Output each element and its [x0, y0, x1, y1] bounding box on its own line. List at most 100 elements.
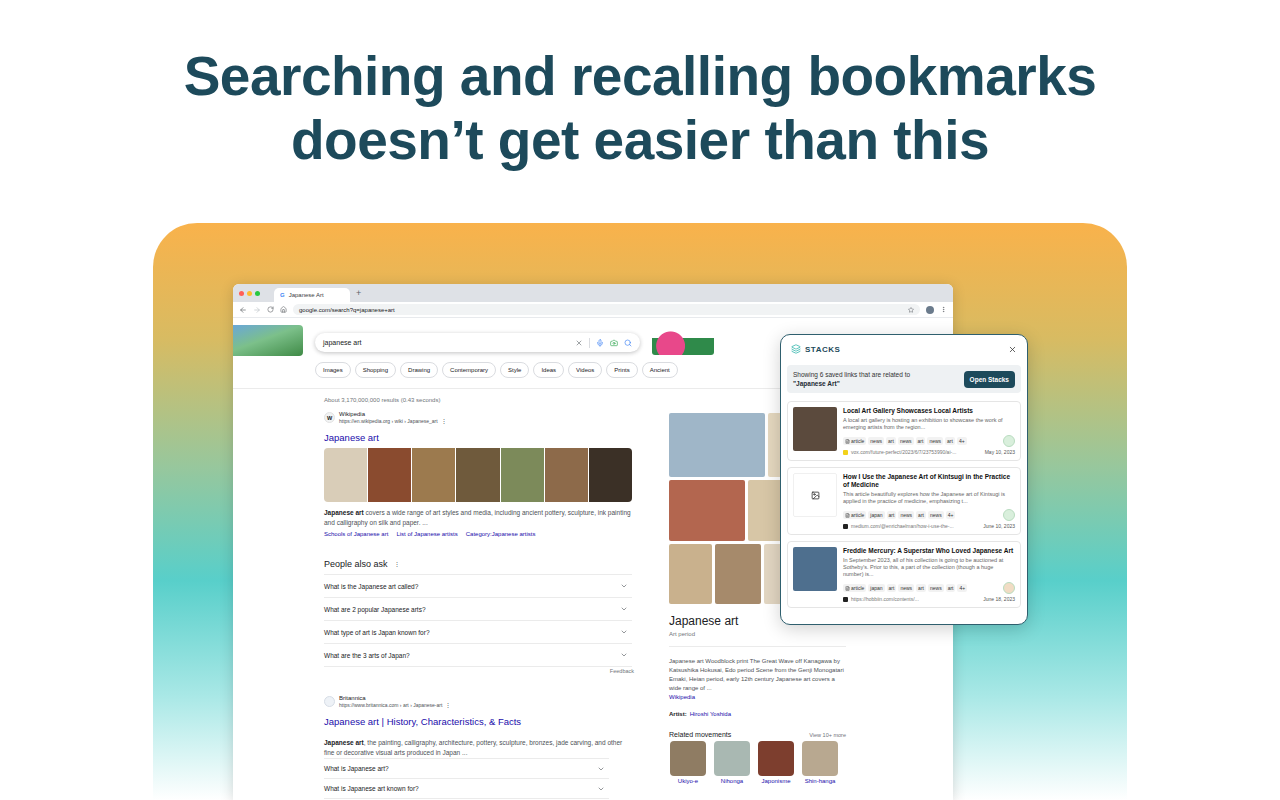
result-image[interactable] — [324, 448, 367, 502]
browser-tab[interactable]: GJapanese Art — [274, 288, 350, 302]
tag[interactable]: art — [916, 437, 926, 445]
tag[interactable]: article — [843, 584, 866, 592]
page: Searching and recalling bookmarksdoesn’t… — [0, 0, 1280, 800]
knowledge-image[interactable] — [669, 544, 712, 604]
tag[interactable]: news — [927, 437, 943, 445]
paa-menu[interactable]: ⋮ — [394, 561, 400, 567]
filter-chip[interactable]: Prints — [606, 362, 637, 378]
tag[interactable]: article — [843, 511, 866, 519]
tag[interactable]: art — [887, 511, 897, 519]
movement-item[interactable]: Shin-hanga — [801, 741, 839, 784]
home-icon[interactable] — [280, 306, 287, 313]
reload-icon[interactable] — [267, 306, 274, 313]
tag[interactable]: article — [843, 437, 866, 445]
filter-chip[interactable]: Ancient — [642, 362, 678, 378]
back-arrow-icon[interactable] — [239, 306, 247, 314]
bookmark-card[interactable]: Freddie Mercury: A Superstar Who Loved J… — [787, 541, 1021, 608]
knowledge-image[interactable] — [669, 480, 745, 541]
result-image[interactable] — [501, 448, 544, 502]
movement-item[interactable]: Nihonga — [713, 741, 751, 784]
site-name: Britannica — [339, 695, 451, 702]
result-menu[interactable]: ⋮ — [445, 702, 451, 708]
clear-icon[interactable] — [575, 339, 583, 347]
bookmark-star-icon[interactable] — [908, 307, 914, 313]
tag[interactable]: news — [898, 437, 914, 445]
image-strip — [324, 448, 632, 502]
filter-chip[interactable]: Shopping — [355, 362, 396, 378]
close-button[interactable] — [1008, 345, 1017, 354]
tag[interactable]: japan — [868, 511, 884, 519]
result-title[interactable]: Japanese art | History, Characteristics,… — [324, 716, 634, 728]
knowledge-image[interactable] — [715, 544, 761, 604]
filter-chip[interactable]: Ideas — [533, 362, 564, 378]
question-row[interactable]: What is the Japanese art called? — [324, 575, 632, 598]
bookmark-card[interactable]: Local Art Gallery Showcases Local Artist… — [787, 401, 1021, 461]
maximize-dot[interactable] — [255, 291, 260, 296]
result-image[interactable] — [545, 448, 588, 502]
question-row[interactable]: What is Japanese art known for? — [324, 779, 609, 799]
feedback-link[interactable]: Feedback — [324, 667, 634, 675]
knowledge-source-link[interactable]: Wikipedia — [669, 693, 846, 702]
minimize-dot[interactable] — [247, 291, 252, 296]
knowledge-image[interactable] — [669, 413, 765, 477]
result-title[interactable]: Japanese art — [324, 432, 634, 444]
filter-chip[interactable]: Images — [315, 362, 351, 378]
profile-avatar[interactable] — [926, 306, 934, 314]
tag-row: articlenewsartnewsartnewsart4+ — [843, 435, 1015, 447]
question-row[interactable]: What type of art is Japan known for? — [324, 621, 632, 644]
tag[interactable]: japan — [868, 584, 884, 592]
filter-chip[interactable]: Contemporary — [442, 362, 496, 378]
open-stacks-button[interactable]: Open Stacks — [964, 371, 1015, 388]
movement-item[interactable]: Japonisme — [757, 741, 795, 784]
forward-arrow-icon[interactable] — [253, 306, 261, 314]
search-icon[interactable] — [624, 339, 632, 347]
tag[interactable]: art — [946, 584, 956, 592]
card-url[interactable]: https://hobbiin.com/contents/... — [851, 596, 980, 602]
tag[interactable]: art — [916, 511, 926, 519]
card-url[interactable]: vox.com/future-perfect/2023/6/7/23753990… — [851, 449, 982, 455]
filter-chip[interactable]: Videos — [568, 362, 602, 378]
tag[interactable]: news — [898, 584, 914, 592]
card-description: In September 2023, all of his collection… — [843, 557, 1015, 578]
sitelink[interactable]: Schools of Japanese art — [324, 530, 388, 538]
tag[interactable]: news — [898, 511, 914, 519]
sitelink[interactable]: Category:Japanese artists — [466, 530, 536, 538]
related-more-link[interactable]: View 10+ more — [809, 732, 846, 738]
url-row: https://hobbiin.com/contents/...June 18,… — [843, 596, 1015, 602]
address-bar[interactable]: google.com/search?q=japanese+art — [293, 304, 920, 315]
artist-link[interactable]: Hiroshi Yoshida — [690, 710, 731, 719]
result-menu[interactable]: ⋮ — [441, 418, 447, 424]
close-dot[interactable] — [239, 291, 244, 296]
question-row[interactable]: What are the 3 arts of Japan? — [324, 644, 632, 667]
bookmark-card[interactable]: How I Use the Japanese Art of Kintsugi i… — [787, 467, 1021, 535]
question-row[interactable]: What is Japanese art? — [324, 759, 609, 779]
tag[interactable]: art — [887, 584, 897, 592]
microphone-icon[interactable] — [596, 339, 604, 347]
more-tags[interactable]: 4+ — [946, 511, 956, 519]
result-image[interactable] — [589, 448, 632, 502]
more-tags[interactable]: 4+ — [957, 437, 967, 445]
sitelink[interactable]: List of Japanese artists — [396, 530, 457, 538]
browser-menu-icon[interactable] — [940, 306, 947, 313]
lens-icon[interactable] — [610, 339, 618, 347]
site-favicon-icon — [843, 450, 848, 455]
filter-chip[interactable]: Style — [500, 362, 529, 378]
result-image[interactable] — [456, 448, 499, 502]
movement-item[interactable]: Ukiyo-e — [669, 741, 707, 784]
tag[interactable]: art — [886, 437, 896, 445]
filter-chip[interactable]: Drawing — [400, 362, 438, 378]
chevron-down-icon — [597, 785, 605, 793]
tag[interactable]: news — [868, 437, 884, 445]
new-tab-button[interactable]: + — [356, 289, 361, 298]
tag[interactable]: news — [928, 584, 944, 592]
more-tags[interactable]: 4+ — [957, 584, 967, 592]
card-url[interactable]: medium.com/@enrichaelman/how-i-use-the-.… — [851, 523, 980, 529]
question-row[interactable]: What are 2 popular Japanese arts? — [324, 598, 632, 621]
tag[interactable]: art — [916, 584, 926, 592]
google-doodle[interactable] — [233, 325, 303, 356]
result-image[interactable] — [368, 448, 411, 502]
tag[interactable]: news — [928, 511, 944, 519]
search-box[interactable]: japanese art — [315, 333, 640, 352]
result-image[interactable] — [412, 448, 455, 502]
tag[interactable]: art — [945, 437, 955, 445]
